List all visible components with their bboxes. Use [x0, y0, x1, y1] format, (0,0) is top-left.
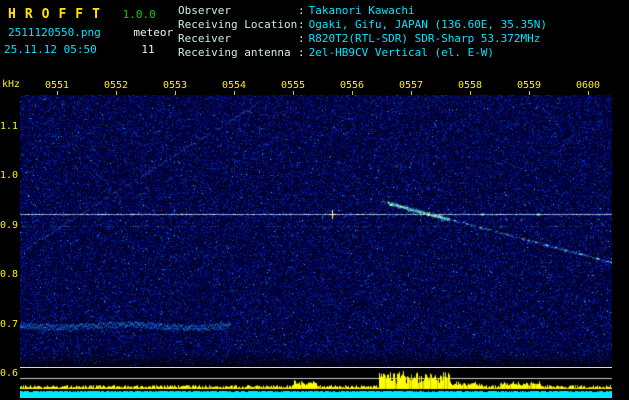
- info-label: Receiving Location: [178, 18, 298, 31]
- y-tick-label: 1.0: [0, 170, 19, 181]
- x-axis-tick: [57, 91, 58, 95]
- x-axis-tick: [234, 91, 235, 95]
- x-axis-tick: [116, 91, 117, 95]
- info-label: Receiving antenna: [178, 46, 291, 59]
- x-tick-label: 0557: [398, 80, 424, 91]
- hrofft-screen: HROFFT 1.0.0 2511120550.png meteor 25.11…: [0, 0, 629, 400]
- signal-strip-canvas: [20, 368, 612, 398]
- echo-count: 11: [141, 43, 155, 56]
- y-axis-unit: kHz: [2, 79, 21, 90]
- x-tick-label: 0555: [280, 80, 306, 91]
- x-tick-label: 0552: [103, 80, 129, 91]
- info-label: Observer: [178, 4, 231, 17]
- app-version: 1.0.0: [122, 8, 156, 21]
- info-colon: :: [298, 4, 305, 17]
- y-tick-label: 0.7: [0, 319, 19, 330]
- info-value: Takanori Kawachi: [308, 4, 415, 17]
- file-row: 2511120550.png meteor: [8, 26, 173, 39]
- info-row-location: Receiving Location: Ogaki, Gifu, JAPAN (1…: [178, 18, 547, 32]
- x-tick-label: 0558: [457, 80, 483, 91]
- x-axis-tick: [411, 91, 412, 95]
- x-axis-tick: [529, 91, 530, 95]
- info-colon: :: [298, 18, 305, 31]
- output-filename: 2511120550.png: [8, 26, 101, 39]
- info-row-observer: Observer: Takanori Kawachi: [178, 4, 547, 18]
- app-title: HROFFT: [8, 7, 109, 22]
- info-value: Ogaki, Gifu, JAPAN (136.60E, 35.35N): [308, 18, 548, 31]
- y-tick-label: 0.8: [0, 269, 19, 280]
- date-row: 25.11.12 05:50 11: [4, 43, 173, 56]
- observation-datetime: 25.11.12 05:50: [4, 43, 97, 56]
- info-row-antenna: Receiving antenna:2el-HB9CV Vertical (el…: [178, 46, 547, 60]
- info-colon: :: [298, 46, 305, 59]
- info-row-receiver: Receiver: R820T2(RTL-SDR) SDR-Sharp 53.37…: [178, 32, 547, 46]
- x-tick-label: 0554: [221, 80, 247, 91]
- info-colon: :: [298, 32, 305, 45]
- x-axis-tick: [175, 91, 176, 95]
- x-axis-tick: [588, 91, 589, 95]
- header-info: Observer: Takanori Kawachi Receiving Loca…: [178, 4, 547, 60]
- info-value: R820T2(RTL-SDR) SDR-Sharp 53.372MHz: [308, 32, 541, 45]
- x-tick-label: 0553: [162, 80, 188, 91]
- y-tick-label: 1.1: [0, 121, 19, 132]
- x-tick-label: 0556: [339, 80, 365, 91]
- mode-label: meteor: [133, 26, 174, 39]
- info-label: Receiver: [178, 32, 231, 45]
- spectrogram-canvas: [20, 95, 612, 368]
- y-tick-label: 0.9: [0, 220, 19, 231]
- x-tick-label: 0551: [44, 80, 70, 91]
- info-value: 2el-HB9CV Vertical (el. E-W): [308, 46, 495, 59]
- x-axis-tick: [293, 91, 294, 95]
- x-axis-tick: [352, 91, 353, 95]
- y-tick-label: 0.6: [0, 368, 19, 379]
- x-tick-label: 0559: [516, 80, 542, 91]
- title-row: HROFFT 1.0.0: [8, 3, 173, 22]
- x-tick-label: 0600: [575, 80, 601, 91]
- header-left: HROFFT 1.0.0 2511120550.png meteor 25.11…: [4, 3, 173, 56]
- header: HROFFT 1.0.0 2511120550.png meteor 25.11…: [0, 0, 629, 72]
- x-axis-tick: [470, 91, 471, 95]
